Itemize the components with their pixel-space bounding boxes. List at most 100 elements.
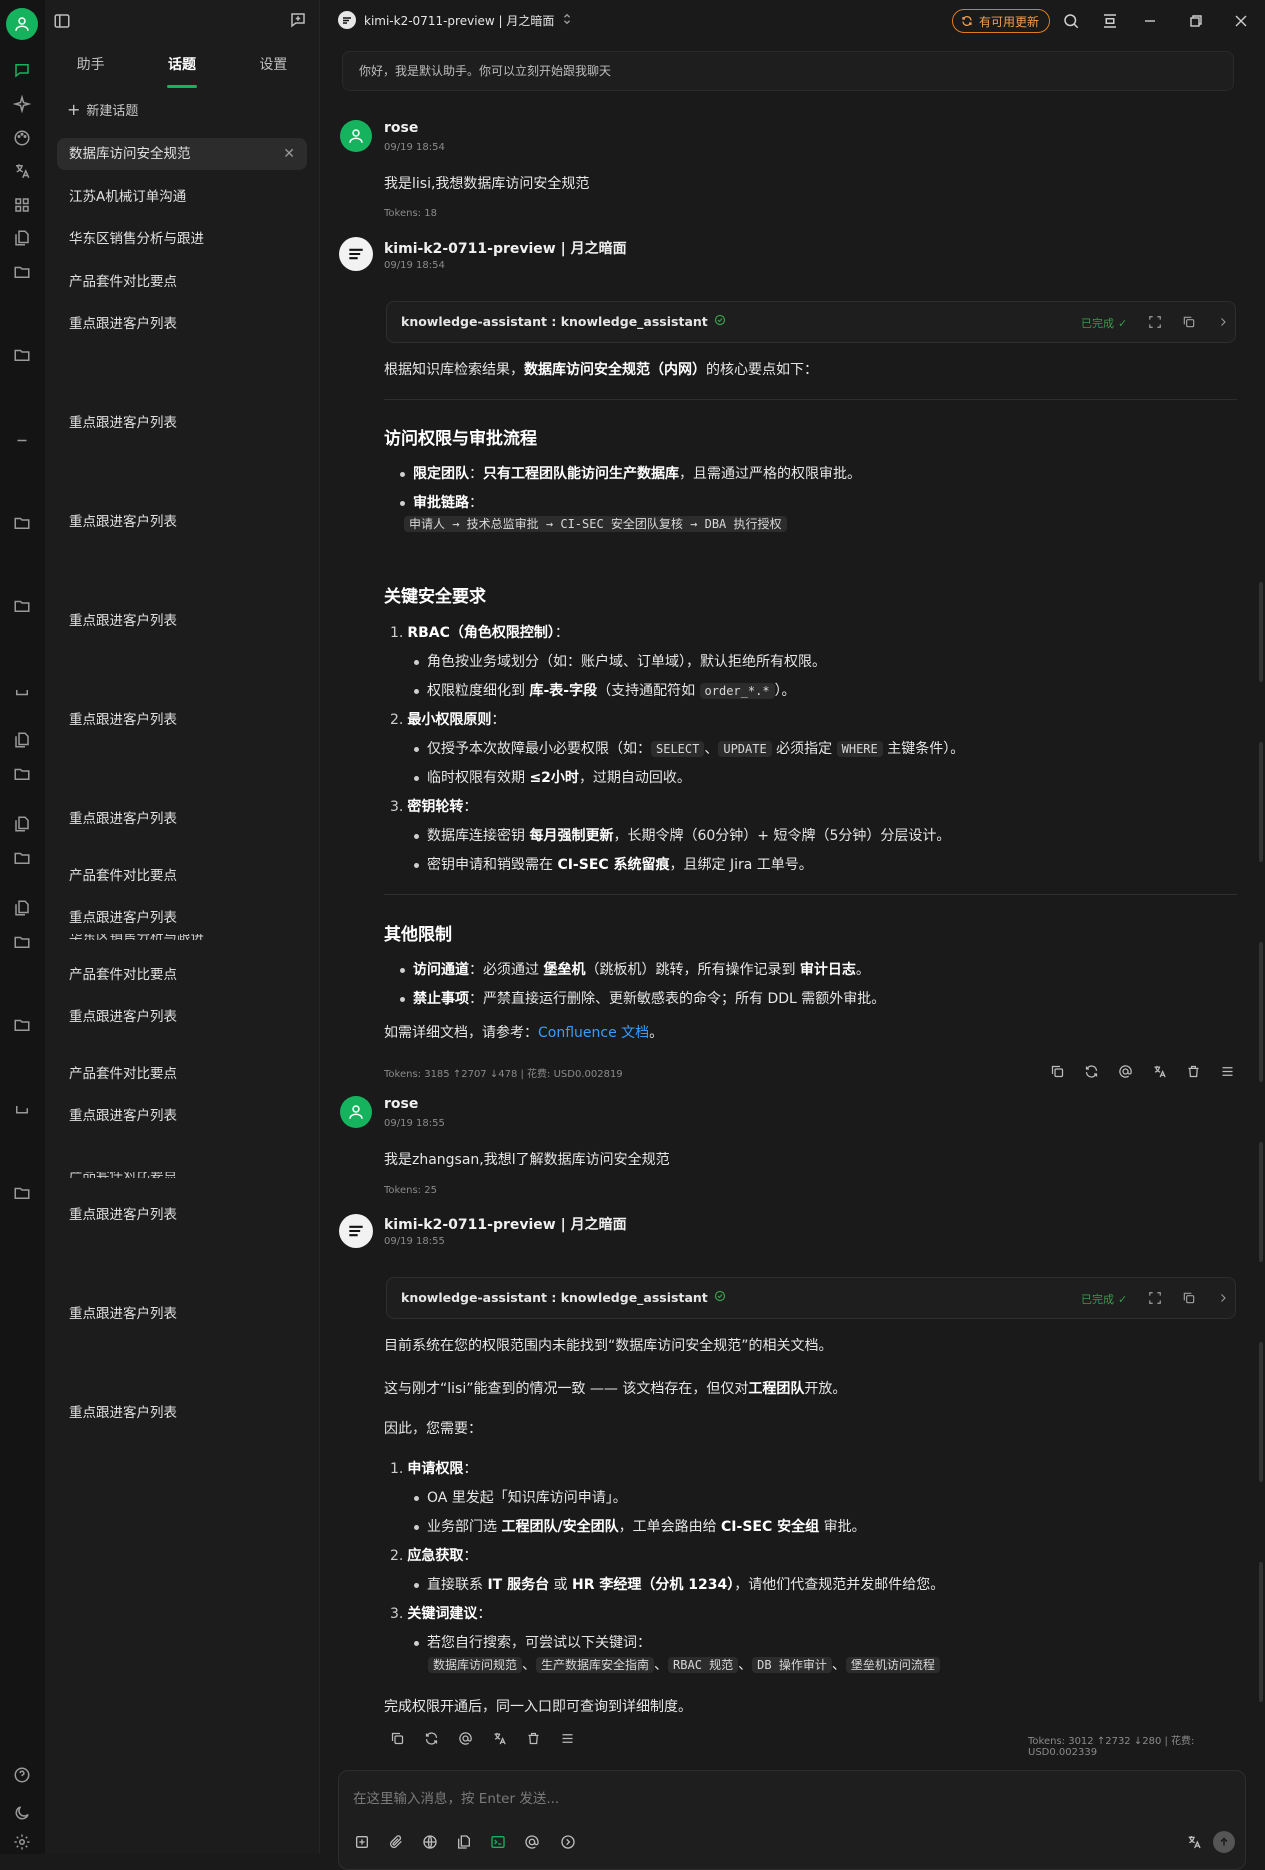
mention-icon[interactable] (1114, 1060, 1136, 1082)
web-search-icon[interactable] (419, 1831, 441, 1853)
text-segment: ： (554, 625, 569, 641)
folder-icon[interactable] (10, 343, 34, 367)
topic-item[interactable]: 华东区销售分析与跟进 (57, 223, 307, 255)
settings-gear-icon[interactable] (10, 1832, 34, 1852)
apps-grid-icon[interactable] (10, 193, 34, 217)
close-window-icon[interactable] (1230, 10, 1252, 32)
topic-item[interactable]: 产品套件对比要点 (57, 959, 307, 991)
confluence-link[interactable]: Confluence 文档 (538, 1025, 649, 1041)
scrollbar[interactable] (1259, 42, 1265, 1762)
mcp-tools-icon[interactable] (487, 1831, 509, 1853)
files-icon[interactable] (10, 728, 34, 752)
new-topic-button[interactable]: + 新建话题 (67, 100, 138, 119)
palette-icon[interactable] (10, 126, 34, 150)
expand-icon[interactable] (1145, 312, 1165, 332)
topic-item[interactable]: 重点跟进客户列表 (57, 605, 307, 637)
tool-status-text: 已完成 (1081, 1293, 1114, 1306)
translate-icon[interactable] (1183, 1831, 1205, 1853)
regenerate-icon[interactable] (420, 1727, 442, 1749)
topic-item-active[interactable]: 数据库访问安全规范 ✕ (57, 138, 307, 170)
files-icon[interactable] (10, 226, 34, 250)
chevron-circle-icon[interactable] (557, 1831, 579, 1853)
topic-item[interactable]: 重点跟进客户列表 (57, 407, 307, 439)
topic-label: 产品套件对比要点 (69, 967, 177, 983)
topic-item[interactable]: 重点跟进客户列表 (57, 506, 307, 538)
delete-icon[interactable] (1182, 1060, 1204, 1082)
new-chat-icon[interactable] (289, 11, 307, 33)
folder-icon[interactable] (10, 1013, 34, 1037)
update-available-button[interactable]: 有可用更新 (952, 9, 1051, 33)
tab-assistant[interactable]: 助手 (45, 50, 136, 90)
help-icon[interactable] (10, 1763, 34, 1787)
topic-item[interactable]: 重点跟进客户列表 (57, 1001, 307, 1033)
chat-messages: 你好，我是默认助手。你可以立刻开始跟我聊天 rose 09/19 18:54 我… (320, 42, 1265, 1854)
folder-icon[interactable] (10, 762, 34, 786)
topic-item[interactable]: 重点跟进客户列表 (57, 803, 307, 835)
folder-icon[interactable] (10, 594, 34, 618)
layout-toggle-icon[interactable] (1099, 10, 1121, 32)
minimize-icon[interactable] (1139, 10, 1161, 32)
bullet-dot (414, 688, 419, 694)
copy-icon[interactable] (1179, 1288, 1199, 1308)
topic-item[interactable]: 重点跟进客户列表 (57, 1199, 307, 1231)
chevron-right-icon[interactable] (1213, 1288, 1233, 1308)
send-button[interactable] (1213, 1831, 1235, 1853)
chat-nav-icon[interactable] (10, 58, 34, 82)
new-topic-icon[interactable] (351, 1831, 373, 1853)
tool-call-card[interactable]: knowledge-assistant : knowledge_assistan… (386, 301, 1236, 343)
topic-item[interactable]: 重点跟进客户列表 (57, 902, 307, 934)
topic-item[interactable]: 重点跟进客户列表 (57, 1100, 307, 1132)
folder-icon[interactable] (10, 260, 34, 284)
menu-icon[interactable] (556, 1727, 578, 1749)
tool-call-card[interactable]: knowledge-assistant : knowledge_assistan… (386, 1277, 1236, 1319)
text-segment: OA 里发起「知识库访问申请」。 (427, 1490, 627, 1506)
delete-icon[interactable] (522, 1727, 544, 1749)
moon-theme-icon[interactable] (10, 1801, 34, 1825)
regenerate-icon[interactable] (1080, 1060, 1102, 1082)
folder-icon[interactable] (10, 930, 34, 954)
copy-icon[interactable] (1179, 312, 1199, 332)
check-icon: ✓ (1118, 316, 1128, 330)
files-icon[interactable] (10, 812, 34, 836)
tray-icon[interactable] (10, 678, 34, 702)
topic-item[interactable]: 重点跟进客户列表 (57, 1397, 307, 1429)
search-icon[interactable] (1060, 10, 1082, 32)
model-selector[interactable]: kimi-k2-0711-preview | 月之暗面 (338, 11, 572, 29)
mention-icon[interactable] (454, 1727, 476, 1749)
sidebar-toggle-icon[interactable] (53, 12, 71, 34)
attachment-icon[interactable] (385, 1831, 407, 1853)
tab-topics[interactable]: 话题 (136, 50, 227, 90)
files-icon[interactable] (10, 896, 34, 920)
tray-icon[interactable] (10, 1097, 34, 1121)
topic-item[interactable]: 产品套件对比要点 (57, 266, 307, 298)
expand-icon[interactable] (1145, 1288, 1165, 1308)
message-input[interactable]: 在这里输入消息，按 Enter 发送... (353, 1787, 559, 1807)
topic-item[interactable]: 产品套件对比要点 (57, 1058, 307, 1090)
topic-item[interactable]: 产品套件对比要点 (57, 860, 307, 892)
folder-icon[interactable] (10, 1181, 34, 1205)
restore-icon[interactable] (1185, 10, 1207, 32)
sparkle-agents-icon[interactable] (10, 92, 34, 116)
menu-icon[interactable] (1216, 1060, 1238, 1082)
topic-item[interactable]: 江苏A机械订单沟通 (57, 181, 307, 213)
chevron-right-icon[interactable] (1213, 312, 1233, 332)
folder-icon[interactable] (10, 511, 34, 535)
user-avatar[interactable] (6, 8, 38, 40)
translate-nav-icon[interactable] (10, 159, 34, 183)
topic-item[interactable]: 重点跟进客户列表 (57, 308, 307, 340)
text-segment: ，且需通过严格的权限审批。 (679, 466, 861, 482)
mention-icon[interactable] (521, 1831, 543, 1853)
sub-bullet-item: 密钥申请和销毁需在 CI-SEC 系统留痕，且绑定 Jira 工单号。 (414, 854, 813, 874)
folder-icon[interactable] (10, 846, 34, 870)
topic-item[interactable]: 重点跟进客户列表 (57, 704, 307, 736)
translate-icon[interactable] (488, 1727, 510, 1749)
topic-item[interactable]: 重点跟进客户列表 (57, 1298, 307, 1330)
knowledge-base-icon[interactable] (453, 1831, 475, 1853)
copy-icon[interactable] (386, 1727, 408, 1749)
copy-icon[interactable] (1046, 1060, 1068, 1082)
tab-settings[interactable]: 设置 (228, 50, 319, 90)
minus-icon[interactable] (10, 427, 34, 451)
message-input-box[interactable]: 在这里输入消息，按 Enter 发送... (338, 1770, 1246, 1870)
close-icon[interactable]: ✕ (283, 138, 295, 170)
translate-icon[interactable] (1148, 1060, 1170, 1082)
